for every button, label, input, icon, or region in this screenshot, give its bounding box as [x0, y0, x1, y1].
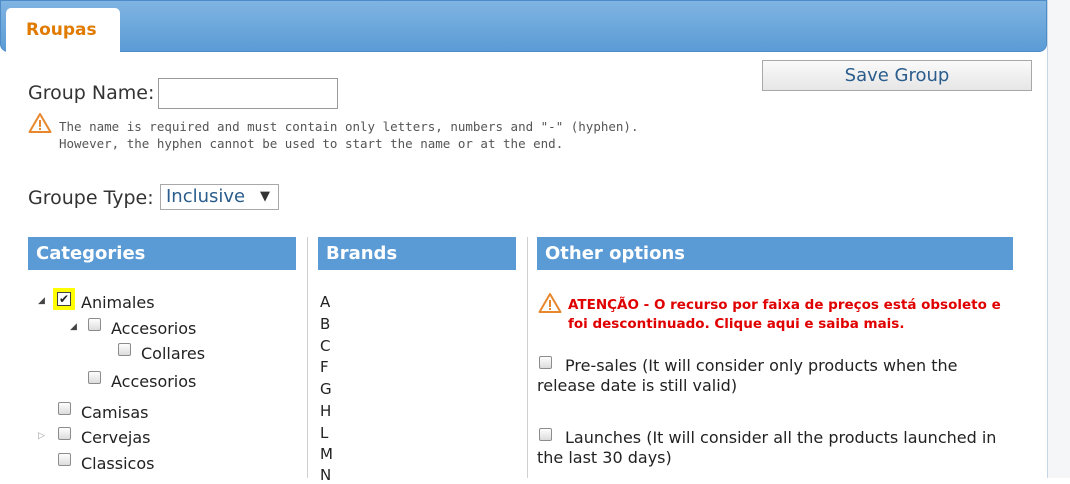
brand-letter-m[interactable]: M [320, 445, 333, 463]
collapse-triangle-icon[interactable]: ◢ [38, 296, 45, 306]
brands-header: Brands [318, 237, 516, 270]
brand-letter-h[interactable]: H [320, 402, 331, 420]
tree-checkbox-accesorios[interactable] [88, 318, 101, 331]
warning-icon [28, 113, 52, 133]
group-type-value: Inclusive [166, 186, 246, 207]
presales-option-label: Pre-sales (It will consider only product… [537, 356, 958, 395]
brand-letter-c[interactable]: C [320, 337, 330, 355]
vertical-scrollbar[interactable] [1048, 0, 1070, 478]
tab-label: Roupas [26, 20, 97, 40]
tree-item-collares[interactable]: Collares [141, 344, 205, 363]
launches-option-label: Launches (It will consider all the produ… [537, 428, 997, 467]
brand-letter-a[interactable]: A [320, 293, 330, 311]
brand-letter-n[interactable]: N [320, 466, 331, 484]
tab-bar [0, 0, 1047, 52]
categories-header: Categories [28, 237, 296, 270]
deprecation-alert-link[interactable]: ATENÇÃO - O recurso por faixa de preços … [568, 296, 1008, 334]
warning-icon [538, 293, 562, 313]
expand-triangle-icon[interactable]: ▷ [38, 431, 45, 441]
tree-checkbox-camisas[interactable] [58, 402, 71, 415]
save-group-button[interactable]: Save Group [762, 60, 1032, 91]
group-name-input[interactable] [158, 78, 338, 109]
collapse-triangle-icon[interactable]: ◢ [70, 322, 77, 332]
divider [307, 237, 308, 478]
name-hint-line1: The name is required and must contain on… [59, 119, 639, 134]
other-options-header: Other options [537, 237, 1013, 270]
group-type-label: Groupe Type: [28, 187, 154, 209]
name-hint: The name is required and must contain on… [59, 118, 638, 152]
name-hint-line2: However, the hyphen cannot be used to st… [59, 136, 564, 151]
tree-checkbox-collares[interactable] [118, 343, 131, 356]
brand-letter-g[interactable]: G [320, 380, 332, 398]
tree-item-camisas[interactable]: Camisas [81, 403, 148, 422]
tree-checkbox-classicos[interactable] [58, 453, 71, 466]
tree-item-classicos[interactable]: Classicos [81, 454, 154, 473]
tree-item-animales[interactable]: Animales [81, 293, 155, 312]
tree-checkbox-accesorios-2[interactable] [88, 371, 101, 384]
group-type-select[interactable]: Inclusive ▼ [160, 184, 279, 210]
tree-item-accesorios-2[interactable]: Accesorios [111, 372, 196, 391]
brand-letter-b[interactable]: B [320, 315, 330, 333]
tree-checkbox-cervejas[interactable] [58, 427, 71, 440]
brand-letter-l[interactable]: L [320, 424, 328, 442]
tree-item-cervejas[interactable]: Cervejas [81, 428, 151, 447]
brand-letter-f[interactable]: F [320, 358, 329, 376]
chevron-down-icon: ▼ [260, 189, 270, 204]
divider [527, 237, 528, 478]
tree-item-accesorios[interactable]: Accesorios [111, 319, 196, 338]
check-icon: ✔ [57, 292, 71, 306]
tab-roupas[interactable]: Roupas [6, 8, 120, 53]
tree-checkbox-animales[interactable]: ✔ [53, 288, 75, 310]
group-name-label: Group Name: [28, 82, 155, 104]
